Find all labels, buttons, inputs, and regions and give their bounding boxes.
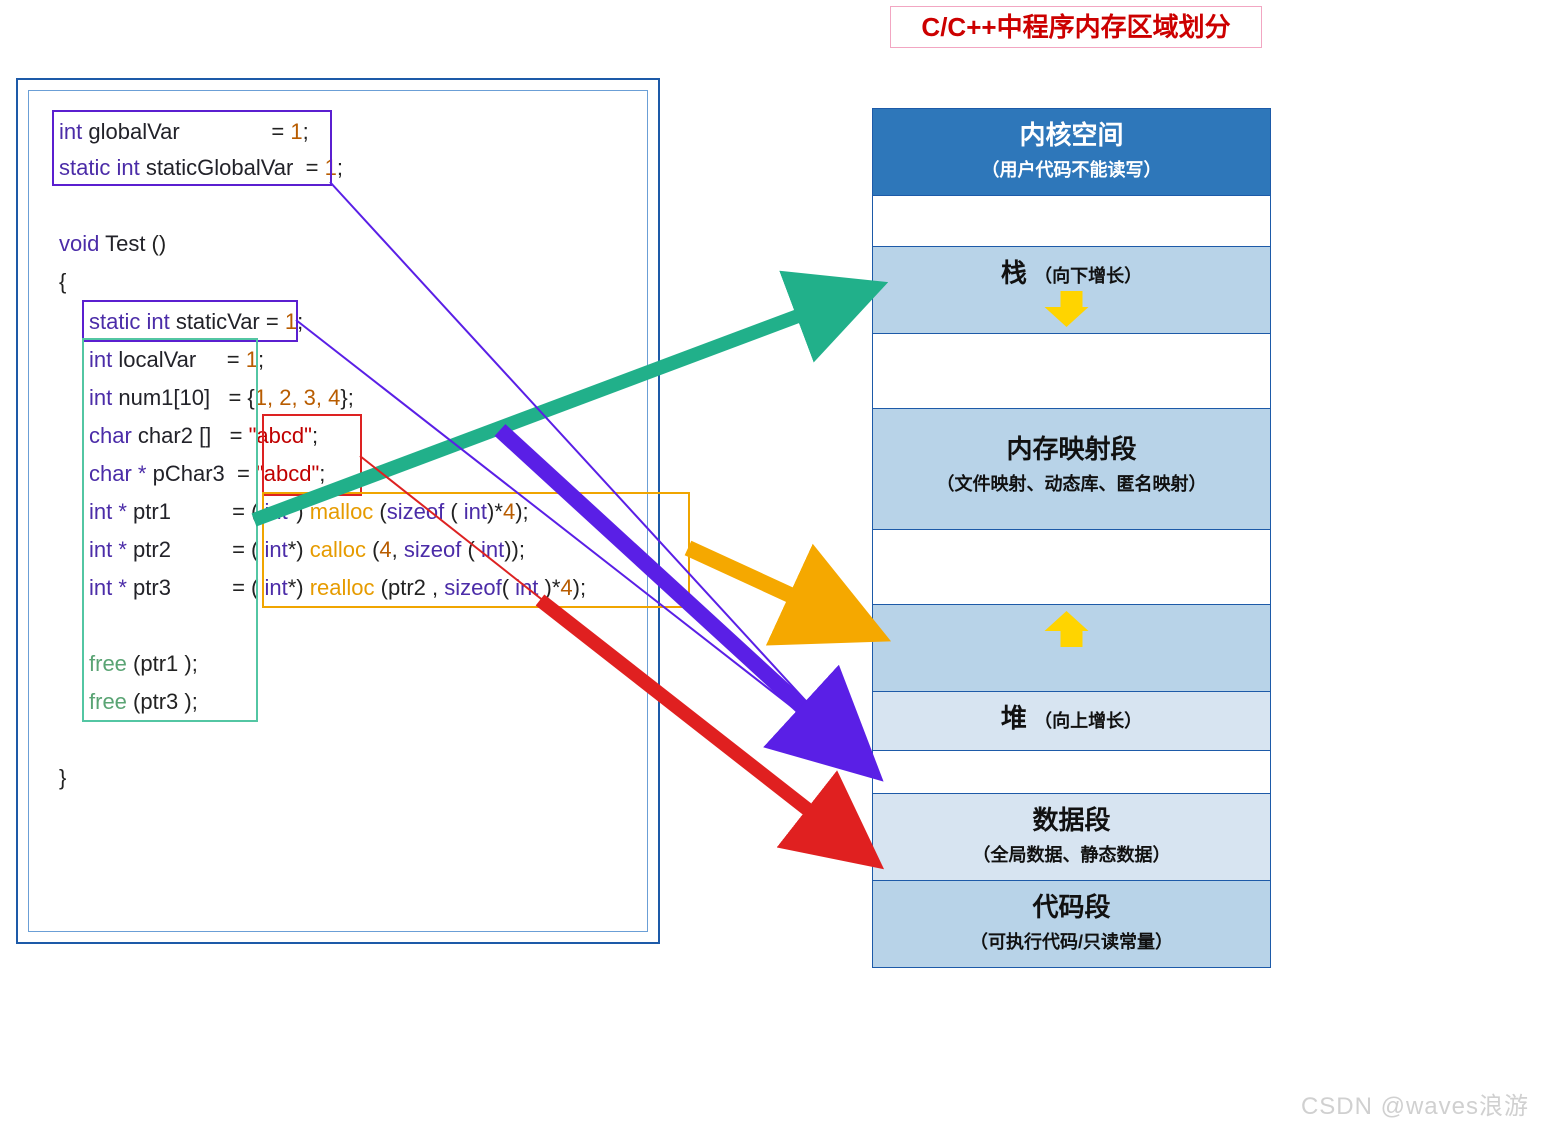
stack-grow-down-icon <box>1055 291 1088 327</box>
segment-code-title: 代码段 <box>1032 892 1110 922</box>
segment-mmap-title: 内存映射段 <box>873 429 1270 466</box>
watermark: CSDN @waves浪游 <box>1301 1086 1529 1121</box>
heap-grow-up-icon <box>1055 611 1088 647</box>
stack-locals-box <box>82 338 258 722</box>
segment-mmap-sub: （文件映射、动态库、匿名映射） <box>873 470 1270 496</box>
segment-data-title: 数据段 <box>1032 805 1110 835</box>
heap-allocs-box <box>262 492 690 608</box>
memory-layout: 内核空间 （用户代码不能读写） 栈 （向下增长） 内存映射段 （文件映射、动态库… <box>872 108 1271 968</box>
segment-kernel: 内核空间 （用户代码不能读写） <box>873 109 1270 196</box>
code-line-fn: void Test () <box>59 231 166 257</box>
segment-kernel-title: 内核空间 <box>1019 120 1123 150</box>
segment-stack: 栈 （向下增长） <box>873 247 1270 334</box>
segment-heap-top <box>873 605 1270 692</box>
segment-heap: 堆 （向上增长） <box>873 692 1270 751</box>
segment-data-sub: （全局数据、静态数据） <box>873 841 1270 867</box>
segment-heap-title: 堆 <box>1001 703 1027 733</box>
segment-gap3 <box>873 530 1270 605</box>
code-line-lbrace: { <box>59 269 66 295</box>
segment-heap-sub: （向上增长） <box>1034 711 1142 731</box>
segment-code-sub: （可执行代码/只读常量） <box>873 928 1270 954</box>
segment-gap4 <box>873 751 1270 794</box>
segment-kernel-sub: （用户代码不能读写） <box>873 156 1270 182</box>
segment-stack-title: 栈 <box>1001 258 1027 288</box>
diagram-title: C/C++中程序内存区域划分 <box>890 6 1262 48</box>
arrow-heap <box>688 548 862 628</box>
segment-data: 数据段 （全局数据、静态数据） <box>873 794 1270 881</box>
globals-box <box>52 110 332 186</box>
segment-gap1 <box>873 196 1270 247</box>
segment-stack-sub: （向下增长） <box>1034 266 1142 286</box>
code-line-rbrace: } <box>59 765 66 791</box>
segment-mmap: 内存映射段 （文件映射、动态库、匿名映射） <box>873 409 1270 530</box>
segment-gap2 <box>873 334 1270 409</box>
staticvar-box <box>82 300 298 342</box>
segment-code: 代码段 （可执行代码/只读常量） <box>873 881 1270 967</box>
string-literal-box <box>262 414 362 496</box>
